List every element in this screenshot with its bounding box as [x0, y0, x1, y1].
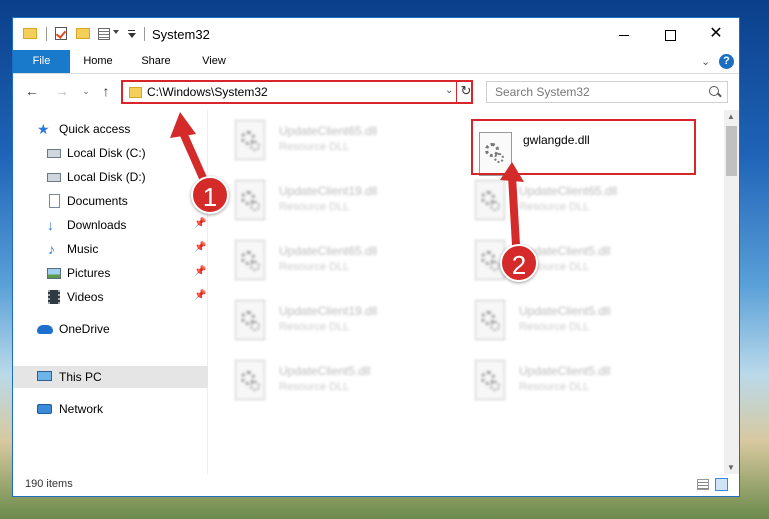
step-1-badge: 1	[191, 176, 229, 214]
step-2-badge: 2	[500, 244, 538, 282]
arrow-2-shaft	[508, 172, 520, 249]
annotation-overlay	[170, 112, 524, 249]
